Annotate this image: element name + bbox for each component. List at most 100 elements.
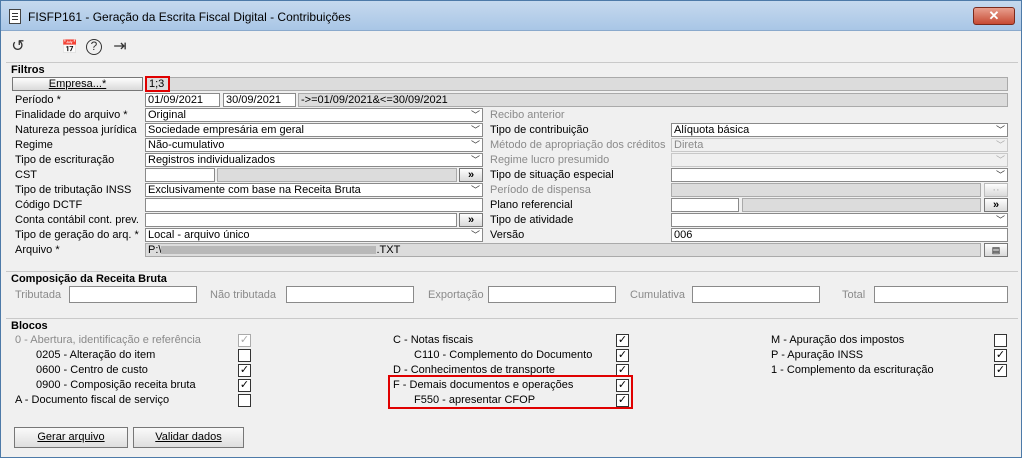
total-label: Total <box>842 289 866 301</box>
tipo-escrituracao-select[interactable]: Registros individualizados ﹀ <box>145 153 483 167</box>
codigo-dctf-label: Código DCTF <box>15 199 83 211</box>
tipo-contribuicao-value: Alíquota básica <box>674 124 750 136</box>
tributada-input[interactable] <box>69 286 197 303</box>
cumulativa-label: Cumulativa <box>630 289 686 301</box>
plano-referencial-input[interactable] <box>671 198 739 212</box>
bloco-c110-checkbox[interactable]: ✓ <box>616 349 629 362</box>
periodo-from-input[interactable]: 01/09/2021 <box>145 93 220 107</box>
toolbar: ↺ 📅 ? ⇥ <box>1 32 1021 60</box>
arquivo-suffix: .TXT <box>376 244 401 256</box>
tipo-tributacao-label: Tipo de tributação INSS <box>15 184 132 196</box>
bloco-m-checkbox[interactable] <box>994 334 1007 347</box>
conta-contabil-label: Conta contábil cont. prev. <box>15 214 139 226</box>
exportacao-input[interactable] <box>488 286 616 303</box>
regime-value: Não-cumulativo <box>148 139 225 151</box>
bloco-c-checkbox[interactable]: ✓ <box>616 334 629 347</box>
tributada-label: Tributada <box>15 289 62 301</box>
composicao-title: Composição da Receita Bruta <box>11 273 167 285</box>
chevron-down-icon: ﹀ <box>470 125 480 135</box>
calendar-icon[interactable]: 📅 <box>61 38 79 56</box>
codigo-dctf-input[interactable] <box>145 198 483 212</box>
document-icon <box>9 9 21 24</box>
tipo-situacao-select[interactable]: ﹀ <box>671 168 1008 182</box>
arquivo-prefix: P:\ <box>148 244 162 256</box>
cst-input[interactable] <box>145 168 215 182</box>
conta-lookup-button[interactable]: » <box>459 213 483 227</box>
bloco-a-checkbox[interactable] <box>238 394 251 407</box>
bloco-1-label: 1 - Complemento da escrituração <box>771 364 934 376</box>
total-input[interactable] <box>874 286 1008 303</box>
close-button[interactable]: ✕ <box>973 7 1015 25</box>
exportacao-label: Exportação <box>428 289 484 301</box>
bloco-p-checkbox[interactable]: ✓ <box>994 349 1007 362</box>
metodo-apropriacao-select: Direta ﹀ <box>671 138 1008 152</box>
bloco-0-checkbox: ✓ <box>238 334 251 347</box>
regime-lucro-select: ﹀ <box>671 153 1008 167</box>
regime-select[interactable]: Não-cumulativo ﹀ <box>145 138 483 152</box>
empresa-button[interactable]: Empresa...* <box>12 77 143 91</box>
chevron-down-icon: ﹀ <box>995 155 1005 165</box>
conta-contabil-input[interactable] <box>145 213 457 227</box>
main-window: FISFP161 - Geração da Escrita Fiscal Dig… <box>0 0 1022 458</box>
bloco-0900-label: 0900 - Composição receita bruta <box>36 379 196 391</box>
chevron-down-icon: ﹀ <box>995 140 1005 150</box>
exit-icon[interactable]: ⇥ <box>111 38 129 56</box>
nao-tributada-input[interactable] <box>286 286 414 303</box>
bloco-1-checkbox[interactable]: ✓ <box>994 364 1007 377</box>
tipo-contribuicao-select[interactable]: Alíquota básica ﹀ <box>671 123 1008 137</box>
plano-lookup-button[interactable]: » <box>984 198 1008 212</box>
natureza-label: Natureza pessoa jurídica <box>15 124 137 136</box>
bloco-0205-checkbox[interactable] <box>238 349 251 362</box>
plano-referencial-label: Plano referencial <box>490 199 573 211</box>
window-title: FISFP161 - Geração da Escrita Fiscal Dig… <box>28 10 351 24</box>
bloco-p-label: P - Apuração INSS <box>771 349 864 361</box>
nao-tributada-label: Não tributada <box>210 289 277 301</box>
cst-lookup-button[interactable]: » <box>459 168 483 182</box>
browse-file-icon[interactable]: ▤ <box>984 243 1008 257</box>
bloco-c110-label: C110 - Complemento do Documento <box>414 349 593 361</box>
bloco-0600-label: 0600 - Centro de custo <box>36 364 148 376</box>
versao-label: Versão <box>490 229 525 241</box>
bloco-0-label: 0 - Abertura, identificação e referência <box>15 334 201 346</box>
bloco-m-label: M - Apuração dos impostos <box>771 334 905 346</box>
natureza-value: Sociedade empresária em geral <box>148 124 304 136</box>
undo-icon[interactable]: ↺ <box>9 38 27 56</box>
empresa-value: 1;3 <box>145 76 170 92</box>
tipo-geracao-select[interactable]: Local - arquivo único ﹀ <box>145 228 483 242</box>
bloco-a-label: A - Documento fiscal de serviço <box>15 394 170 406</box>
natureza-select[interactable]: Sociedade empresária em geral ﹀ <box>145 123 483 137</box>
periodo-to-input[interactable]: 30/09/2021 <box>223 93 296 107</box>
chevron-down-icon: ﹀ <box>470 110 480 120</box>
periodo-label: Período * <box>15 94 61 106</box>
tipo-tributacao-select[interactable]: Exclusivamente com base na Receita Bruta… <box>145 183 483 197</box>
tipo-escrituracao-value: Registros individualizados <box>148 154 276 166</box>
filtros-title: Filtros <box>11 64 45 76</box>
tipo-escrituracao-label: Tipo de escrituração <box>15 154 115 166</box>
metodo-apropriacao-value: Direta <box>674 139 704 151</box>
periodo-dispensa-label: Período de dispensa <box>490 184 591 196</box>
cst-description <box>217 168 457 182</box>
empresa-field[interactable] <box>145 77 1008 91</box>
bloco-0600-checkbox[interactable]: ✓ <box>238 364 251 377</box>
chevron-down-icon: ﹀ <box>470 230 480 240</box>
tipo-contribuicao-label: Tipo de contribuição <box>490 124 589 136</box>
periodo-dispensa-button: ·· <box>984 183 1008 197</box>
plano-referencial-description <box>742 198 981 212</box>
versao-input[interactable]: 006 <box>671 228 1008 242</box>
tipo-atividade-select[interactable]: ﹀ <box>671 213 1008 227</box>
regime-label: Regime <box>15 139 53 151</box>
help-icon[interactable]: ? <box>86 39 102 55</box>
bloco-0900-checkbox[interactable]: ✓ <box>238 379 251 392</box>
arquivo-label: Arquivo * <box>15 244 60 256</box>
redacted-block <box>161 246 377 255</box>
validar-dados-button[interactable]: Validar dados <box>133 427 244 448</box>
chevron-down-icon: ﹀ <box>995 215 1005 225</box>
finalidade-select[interactable]: Original ﹀ <box>145 108 483 122</box>
cumulativa-input[interactable] <box>692 286 820 303</box>
gerar-arquivo-button[interactable]: Gerar arquivo <box>14 427 128 448</box>
tipo-situacao-label: Tipo de situação especial <box>490 169 614 181</box>
chevron-down-icon: ﹀ <box>470 155 480 165</box>
arquivo-path[interactable]: P:\ .TXT <box>145 243 981 257</box>
chevron-down-icon: ﹀ <box>995 170 1005 180</box>
tipo-atividade-label: Tipo de atividade <box>490 214 574 226</box>
